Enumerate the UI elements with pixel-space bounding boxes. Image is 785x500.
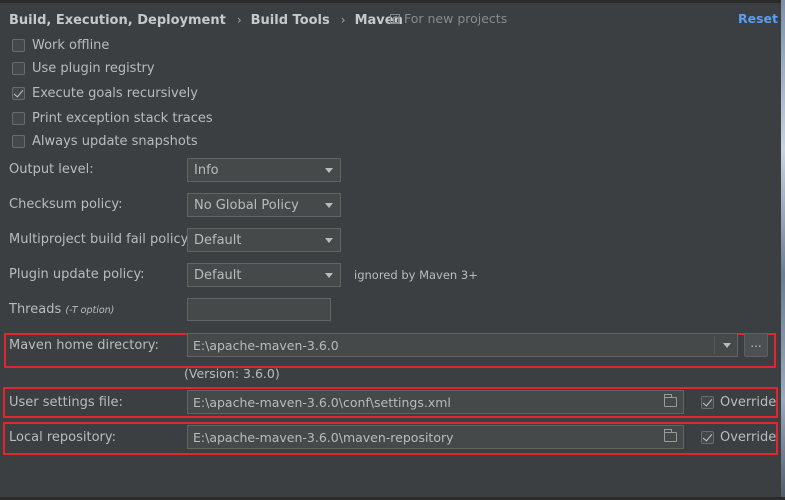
top-border — [0, 0, 785, 3]
breadcrumb: Build, Execution, Deployment › Build Too… — [9, 11, 403, 29]
maven-home-value: E:\apache-maven-3.6.0 — [193, 337, 339, 353]
multiproject-fail-policy-label: Multiproject build fail policy: — [9, 232, 192, 247]
local-repository-label: Local repository: — [9, 430, 116, 445]
chevron-down-icon — [325, 273, 333, 278]
always-update-snapshots-checkbox[interactable]: Always update snapshots — [12, 133, 198, 149]
maven-home-label: Maven home directory: — [9, 338, 159, 353]
new-projects-icon — [390, 13, 400, 24]
plugin-update-policy-label: Plugin update policy: — [9, 267, 145, 282]
checksum-policy-value: No Global Policy — [194, 197, 299, 213]
execute-goals-recursively-checkbox[interactable]: Execute goals recursively — [12, 85, 198, 101]
work-offline-checkbox[interactable]: Work offline — [12, 37, 109, 53]
checkbox-label: Use plugin registry — [32, 60, 155, 76]
breadcrumb-build-execution-deployment[interactable]: Build, Execution, Deployment — [9, 13, 226, 28]
multiproject-fail-policy-select[interactable]: Default — [187, 228, 341, 252]
output-level-value: Info — [194, 162, 219, 178]
breadcrumb-separator: › — [236, 13, 242, 27]
print-exception-stack-traces-checkbox[interactable]: Print exception stack traces — [12, 110, 213, 126]
local-repository-field[interactable]: E:\apache-maven-3.6.0\maven-repository — [187, 425, 684, 449]
window-edge — [781, 0, 785, 500]
use-plugin-registry-checkbox[interactable]: Use plugin registry — [12, 60, 155, 76]
user-settings-label: User settings file: — [9, 395, 123, 410]
checkbox-box[interactable] — [12, 134, 25, 148]
breadcrumb-separator: › — [340, 13, 346, 27]
plugin-update-policy-select[interactable]: Default — [187, 263, 341, 287]
reset-link[interactable]: Reset — [738, 11, 778, 26]
override-label: Override — [720, 394, 777, 410]
breadcrumb-build-tools[interactable]: Build Tools — [251, 13, 330, 28]
checkbox-label: Print exception stack traces — [32, 110, 213, 126]
output-level-select[interactable]: Info — [187, 158, 341, 182]
combo-divider — [714, 336, 715, 354]
override-label: Override — [720, 429, 777, 445]
chevron-down-icon — [325, 168, 333, 173]
local-repository-override-checkbox[interactable]: Override — [701, 429, 776, 445]
maven-version-text: (Version: 3.6.0) — [184, 366, 280, 381]
output-level-label: Output level: — [9, 162, 94, 177]
maven-home-select[interactable]: E:\apache-maven-3.6.0 — [187, 333, 738, 357]
checkbox-label: Execute goals recursively — [32, 85, 198, 101]
checkbox-box[interactable] — [701, 430, 714, 444]
checksum-policy-select[interactable]: No Global Policy — [187, 193, 341, 217]
checkbox-label: Always update snapshots — [32, 133, 198, 149]
folder-icon[interactable] — [664, 429, 677, 442]
checkbox-box[interactable] — [701, 395, 714, 409]
checkbox-box[interactable] — [12, 111, 25, 125]
user-settings-field[interactable]: E:\apache-maven-3.6.0\conf\settings.xml — [187, 390, 684, 414]
checkbox-box[interactable] — [12, 86, 25, 100]
user-settings-override-checkbox[interactable]: Override — [701, 394, 776, 410]
checkbox-box[interactable] — [12, 38, 25, 52]
plugin-update-policy-note: ignored by Maven 3+ — [354, 268, 478, 282]
local-repository-value: E:\apache-maven-3.6.0\maven-repository — [193, 429, 454, 445]
checksum-policy-label: Checksum policy: — [9, 197, 123, 212]
folder-icon[interactable] — [664, 394, 677, 407]
maven-home-browse-button[interactable]: ... — [744, 333, 768, 357]
chevron-down-icon — [325, 238, 333, 243]
scope-indicator: For new projects — [390, 11, 507, 26]
threads-label: Threads (-T option) — [9, 302, 114, 317]
threads-label-text: Threads — [9, 302, 62, 317]
scope-label: For new projects — [404, 11, 508, 26]
threads-hint: (-T option) — [65, 305, 115, 316]
user-settings-value: E:\apache-maven-3.6.0\conf\settings.xml — [193, 394, 451, 410]
checkbox-label: Work offline — [32, 37, 110, 53]
threads-input[interactable] — [187, 298, 331, 321]
multiproject-fail-policy-value: Default — [194, 232, 242, 248]
chevron-down-icon — [723, 343, 731, 348]
checkbox-box[interactable] — [12, 61, 25, 75]
chevron-down-icon — [325, 203, 333, 208]
plugin-update-policy-value: Default — [194, 267, 242, 283]
